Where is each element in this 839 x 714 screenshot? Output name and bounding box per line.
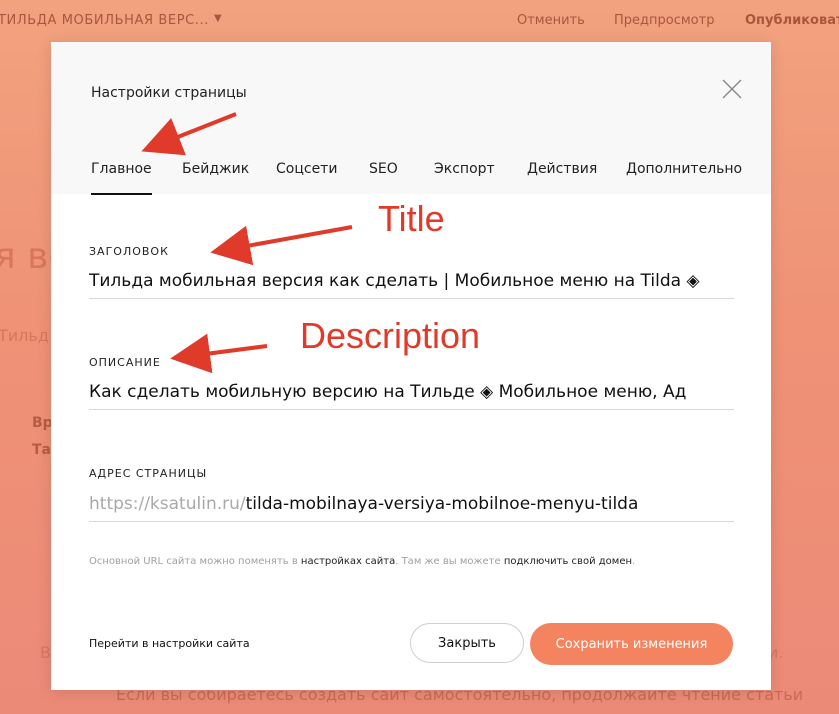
- title-input[interactable]: Тильда мобильная версия как сделать | Мо…: [89, 264, 734, 299]
- tab-export[interactable]: Экспорт: [434, 161, 495, 177]
- background-subtitle: Тильд: [0, 326, 49, 345]
- cancel-link[interactable]: Отменить: [517, 13, 585, 28]
- close-icon[interactable]: [719, 76, 745, 102]
- title-field-label: ЗАГОЛОВОК: [89, 245, 169, 258]
- description-field-label: ОПИСАНИЕ: [89, 356, 161, 369]
- background-text: В: [40, 643, 51, 662]
- url-field-label: АДРЕС СТРАНИЦЫ: [89, 467, 208, 480]
- settings-tabs: Главное Бейджик Соцсети SEO Экспорт Дейс…: [91, 160, 771, 195]
- tab-actions[interactable]: Действия: [527, 161, 597, 177]
- modal-title: Настройки страницы: [91, 85, 247, 101]
- site-settings-hint-link[interactable]: настройках сайта: [301, 556, 395, 567]
- description-input[interactable]: Как сделать мобильную версию на Тильде ◈…: [89, 375, 734, 410]
- save-changes-button[interactable]: Сохранить изменения: [530, 623, 733, 665]
- tab-seo[interactable]: SEO: [369, 161, 398, 177]
- tab-badge[interactable]: Бейджик: [182, 161, 249, 177]
- url-slug: tilda-mobilnaya-versiya-mobilnoe-menyu-t…: [245, 494, 639, 514]
- page-name-dropdown[interactable]: ТИЛЬДА МОБИЛЬНАЯ ВЕРС...: [0, 13, 209, 28]
- close-button[interactable]: Закрыть: [410, 623, 524, 663]
- annotation-title-text: Title: [378, 198, 445, 239]
- url-input[interactable]: https://ksatulin.ru/tilda-mobilnaya-vers…: [89, 487, 734, 522]
- annotation-description-text: Description: [300, 315, 481, 356]
- tab-additional[interactable]: Дополнительно: [626, 161, 742, 177]
- tab-main[interactable]: Главное: [91, 161, 152, 195]
- editor-topbar: ТИЛЬДА МОБИЛЬНАЯ ВЕРС... ▼ Отменить Пред…: [0, 0, 839, 42]
- preview-link[interactable]: Предпросмотр: [614, 13, 714, 28]
- url-prefix: https://ksatulin.ru/: [89, 494, 246, 514]
- page-settings-modal: Настройки страницы Главное Бейджик Соцсе…: [51, 42, 771, 690]
- connect-domain-link[interactable]: подключить свой домен: [504, 556, 632, 567]
- url-hint: Основной URL сайта можно поменять в наст…: [89, 556, 636, 567]
- background-text: Та: [32, 442, 51, 458]
- background-text: Вр: [32, 415, 53, 431]
- go-to-site-settings-link[interactable]: Перейти в настройки сайта: [89, 637, 250, 650]
- publish-button[interactable]: Опубликоват: [745, 13, 839, 28]
- modal-header: Настройки страницы Главное Бейджик Соцсе…: [51, 42, 771, 195]
- tab-social[interactable]: Соцсети: [276, 161, 337, 177]
- chevron-down-icon[interactable]: ▼: [214, 13, 222, 24]
